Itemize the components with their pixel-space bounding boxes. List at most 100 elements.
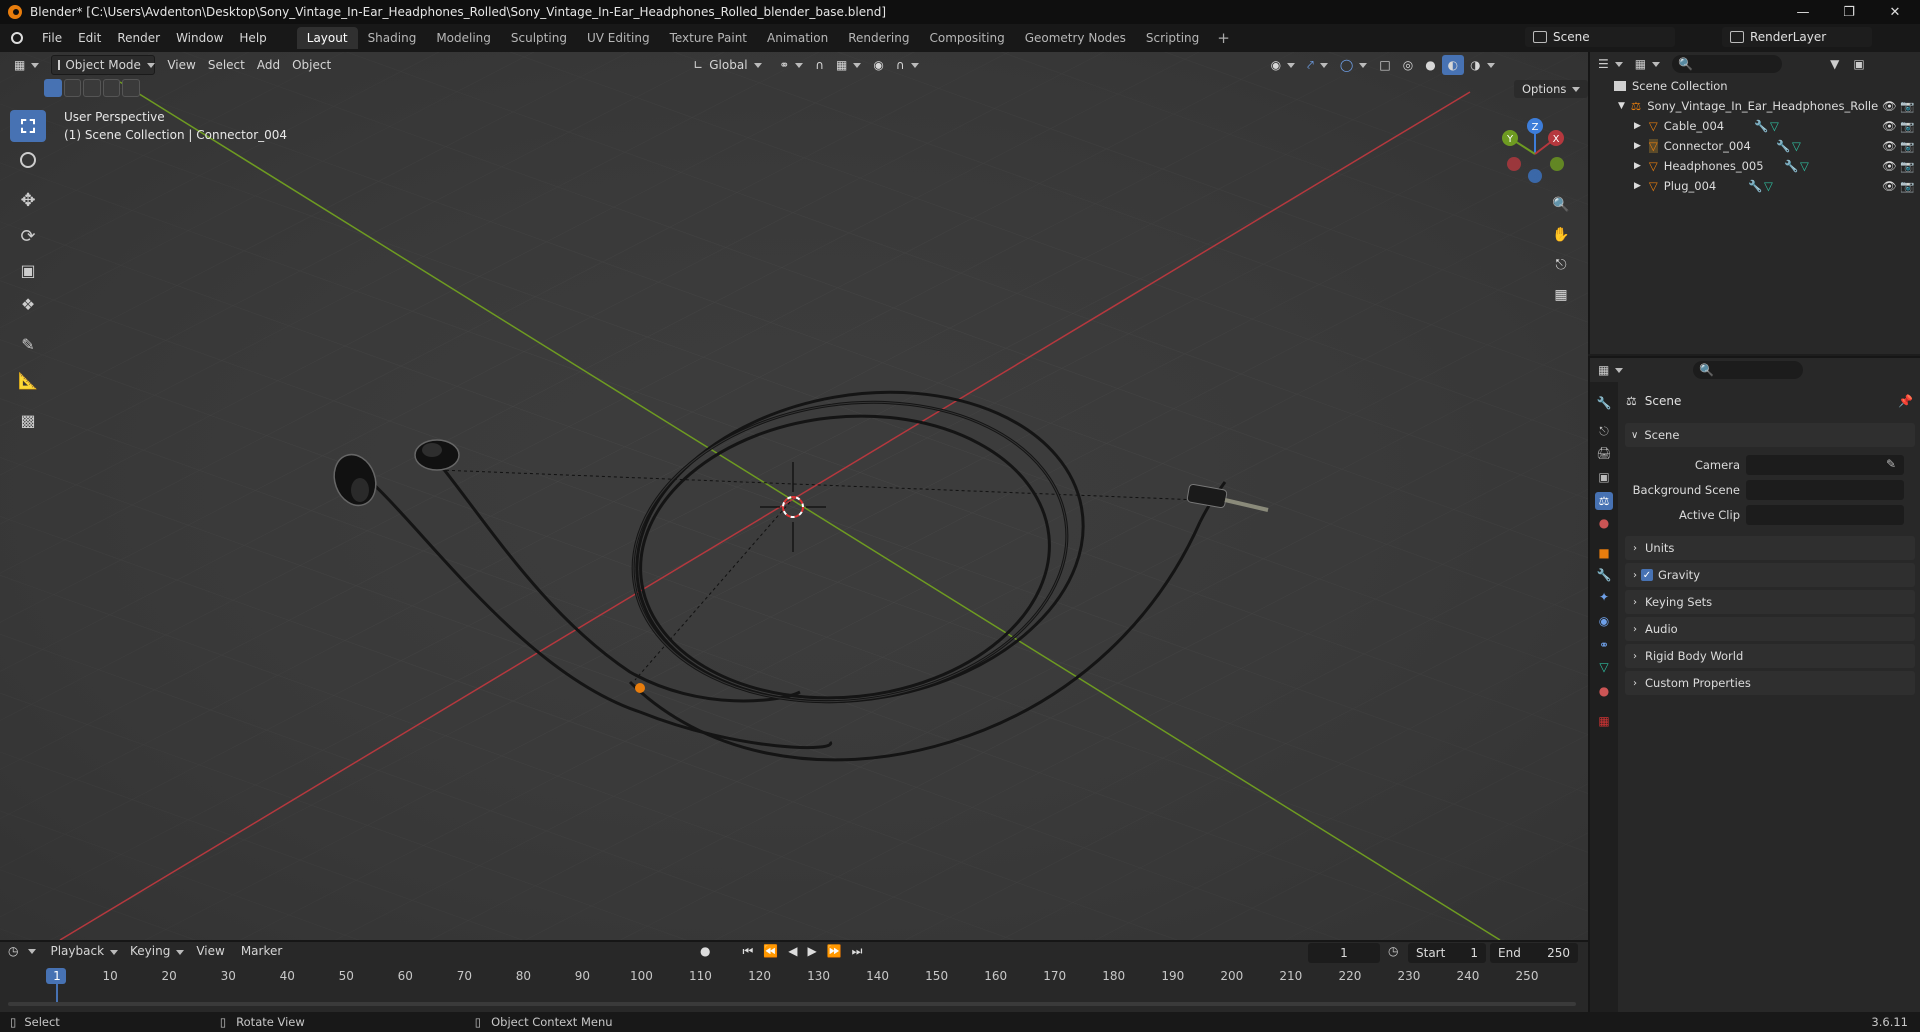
properties-editor-icon[interactable]: ▦ bbox=[1598, 363, 1609, 377]
tab-shading[interactable]: Shading bbox=[358, 27, 427, 49]
select-new-icon[interactable] bbox=[44, 79, 62, 97]
tab-uv-editing[interactable]: UV Editing bbox=[577, 27, 660, 49]
render-tab-icon[interactable]: ⎋ bbox=[1595, 422, 1613, 440]
viewport-menu-add[interactable]: Add bbox=[251, 55, 286, 75]
outliner-object-row[interactable]: ▶ ▽ Plug_004 🔧 ▽ 👁 📷 bbox=[1590, 176, 1920, 196]
tool-tab-icon[interactable]: 🔧 bbox=[1595, 394, 1613, 412]
cursor-tool[interactable] bbox=[10, 144, 46, 176]
end-frame-field[interactable]: End 250 bbox=[1490, 943, 1578, 963]
tab-geometry-nodes[interactable]: Geometry Nodes bbox=[1015, 27, 1136, 49]
scale-tool[interactable]: ▣ bbox=[10, 254, 46, 286]
select-subtract-icon[interactable] bbox=[83, 79, 101, 97]
object-tab-icon[interactable]: ■ bbox=[1595, 544, 1613, 562]
select-box-tool[interactable] bbox=[10, 110, 46, 142]
outliner-collection-row[interactable]: ▼ ⚖ Sony_Vintage_In_Ear_Headphones_Rolle… bbox=[1590, 96, 1920, 116]
timeline-view-menu[interactable]: View bbox=[196, 944, 224, 958]
marker-menu[interactable]: Marker bbox=[241, 944, 282, 958]
eyedropper-icon[interactable]: ✎ bbox=[1886, 457, 1896, 471]
add-workspace-icon[interactable]: + bbox=[1209, 29, 1238, 47]
gizmo-toggle-icon[interactable]: ⤤ bbox=[1301, 55, 1334, 75]
rotate-tool[interactable]: ⟳ bbox=[10, 220, 46, 252]
pan-hand-icon[interactable]: ✋ bbox=[1548, 222, 1574, 248]
start-frame-field[interactable]: Start 1 bbox=[1408, 943, 1486, 963]
physics-tab-icon[interactable]: ◉ bbox=[1595, 612, 1613, 630]
shading-solid-icon[interactable]: ● bbox=[1419, 55, 1441, 75]
orientation-dropdown[interactable]: ∟ Global bbox=[687, 55, 767, 75]
audio-section[interactable]: › Audio bbox=[1625, 617, 1915, 641]
current-frame-field[interactable]: 1 bbox=[1308, 943, 1380, 963]
clock-icon[interactable]: ◷ bbox=[1388, 944, 1398, 958]
close-window-button[interactable]: ✕ bbox=[1872, 0, 1918, 24]
properties-search-input[interactable]: 🔍 bbox=[1693, 361, 1804, 379]
tab-modeling[interactable]: Modeling bbox=[426, 27, 501, 49]
output-tab-icon[interactable]: 🖨 bbox=[1595, 444, 1613, 462]
filter-icon[interactable]: ▼ bbox=[1830, 57, 1839, 71]
new-collection-icon[interactable]: ▣ bbox=[1853, 57, 1864, 71]
data-tab-icon[interactable]: ▽ bbox=[1595, 658, 1613, 676]
visibility-eye-icon[interactable]: 👁 bbox=[1882, 159, 1897, 173]
play-icon[interactable]: ▶ bbox=[807, 944, 816, 959]
next-keyframe-icon[interactable]: ⏩ bbox=[827, 944, 842, 959]
zoom-icon[interactable]: 🔍 bbox=[1548, 192, 1574, 218]
world-tab-icon[interactable]: ● bbox=[1595, 514, 1613, 532]
background-scene-field[interactable] bbox=[1746, 480, 1904, 500]
shading-wireframe-icon[interactable]: ◎ bbox=[1397, 55, 1419, 75]
material-tab-icon[interactable]: ● bbox=[1595, 682, 1613, 700]
visibility-eye-icon[interactable]: 👁 bbox=[1882, 179, 1897, 193]
perspective-toggle-icon[interactable]: ▦ bbox=[1548, 282, 1574, 308]
rigid-body-world-section[interactable]: › Rigid Body World bbox=[1625, 644, 1915, 668]
transform-tool[interactable]: ❖ bbox=[10, 288, 46, 320]
menu-help[interactable]: Help bbox=[231, 31, 274, 45]
options-dropdown[interactable]: Options bbox=[1514, 80, 1589, 98]
viewport-menu-object[interactable]: Object bbox=[286, 55, 337, 75]
prev-keyframe-icon[interactable]: ⏪ bbox=[763, 944, 778, 959]
snap-target-icon[interactable]: ▦ bbox=[830, 55, 867, 75]
modifiers-tab-icon[interactable]: 🔧 bbox=[1595, 566, 1613, 584]
record-icon[interactable]: ● bbox=[700, 944, 710, 959]
visibility-icon[interactable]: ◉ bbox=[1265, 55, 1301, 75]
add-cube-tool[interactable]: ▩ bbox=[10, 404, 46, 436]
constraints-tab-icon[interactable]: ⚭ bbox=[1595, 636, 1613, 654]
view-layer-tab-icon[interactable]: ▣ bbox=[1595, 468, 1613, 486]
menu-render[interactable]: Render bbox=[109, 31, 168, 45]
play-reverse-icon[interactable]: ◀ bbox=[788, 944, 797, 959]
menu-edit[interactable]: Edit bbox=[70, 31, 109, 45]
menu-window[interactable]: Window bbox=[168, 31, 231, 45]
navigation-gizmo[interactable]: Z Y X bbox=[1500, 112, 1570, 192]
scene-selector[interactable]: Scene bbox=[1525, 27, 1675, 47]
select-intersect-icon[interactable] bbox=[122, 79, 140, 97]
camera-view-icon[interactable]: ⎋ bbox=[1548, 252, 1574, 278]
pivot-point-icon[interactable]: ⚭ bbox=[773, 55, 809, 75]
select-extend-icon[interactable] bbox=[63, 79, 82, 97]
outliner-object-row[interactable]: ▶ ▽ Cable_004 🔧 ▽ 👁 📷 bbox=[1590, 116, 1920, 136]
scene-tab-icon[interactable]: ⚖ bbox=[1595, 492, 1613, 510]
tab-sculpting[interactable]: Sculpting bbox=[501, 27, 577, 49]
jump-end-icon[interactable]: ⏭ bbox=[852, 944, 863, 959]
particles-tab-icon[interactable]: ✦ bbox=[1595, 588, 1613, 606]
camera-field[interactable]: ✎ bbox=[1746, 455, 1904, 475]
timeline-editor-icon[interactable]: ◷ bbox=[8, 944, 18, 958]
proportional-edit-icon[interactable]: ◉ bbox=[867, 55, 889, 75]
keying-menu[interactable]: Keying bbox=[130, 944, 185, 958]
render-camera-icon[interactable]: 📷 bbox=[1900, 99, 1914, 113]
timeline-scrollbar[interactable] bbox=[8, 1002, 1576, 1006]
minimize-button[interactable]: — bbox=[1780, 0, 1826, 24]
scene-panel-header[interactable]: ∨ Scene bbox=[1625, 423, 1915, 447]
expand-arrow-icon[interactable]: ▼ bbox=[1618, 101, 1625, 111]
visibility-eye-icon[interactable]: 👁 bbox=[1882, 119, 1897, 133]
menu-file[interactable]: File bbox=[34, 31, 70, 45]
gravity-section[interactable]: › ✓ Gravity bbox=[1625, 563, 1915, 587]
xray-icon[interactable]: □ bbox=[1373, 55, 1396, 75]
viewport-menu-view[interactable]: View bbox=[161, 55, 201, 75]
custom-properties-section[interactable]: › Custom Properties bbox=[1625, 671, 1915, 695]
render-camera-icon[interactable]: 📷 bbox=[1900, 179, 1914, 193]
jump-start-icon[interactable]: ⏮ bbox=[742, 944, 753, 959]
tab-scripting[interactable]: Scripting bbox=[1136, 27, 1209, 49]
tab-rendering[interactable]: Rendering bbox=[838, 27, 919, 49]
3d-viewport[interactable] bbox=[0, 52, 1588, 940]
render-camera-icon[interactable]: 📷 bbox=[1900, 119, 1914, 133]
falloff-icon[interactable]: ∩ bbox=[890, 55, 925, 75]
units-section[interactable]: › Units bbox=[1625, 536, 1915, 560]
visibility-eye-icon[interactable]: 👁 bbox=[1882, 99, 1897, 113]
outliner-search-input[interactable]: 🔍 bbox=[1672, 55, 1783, 73]
